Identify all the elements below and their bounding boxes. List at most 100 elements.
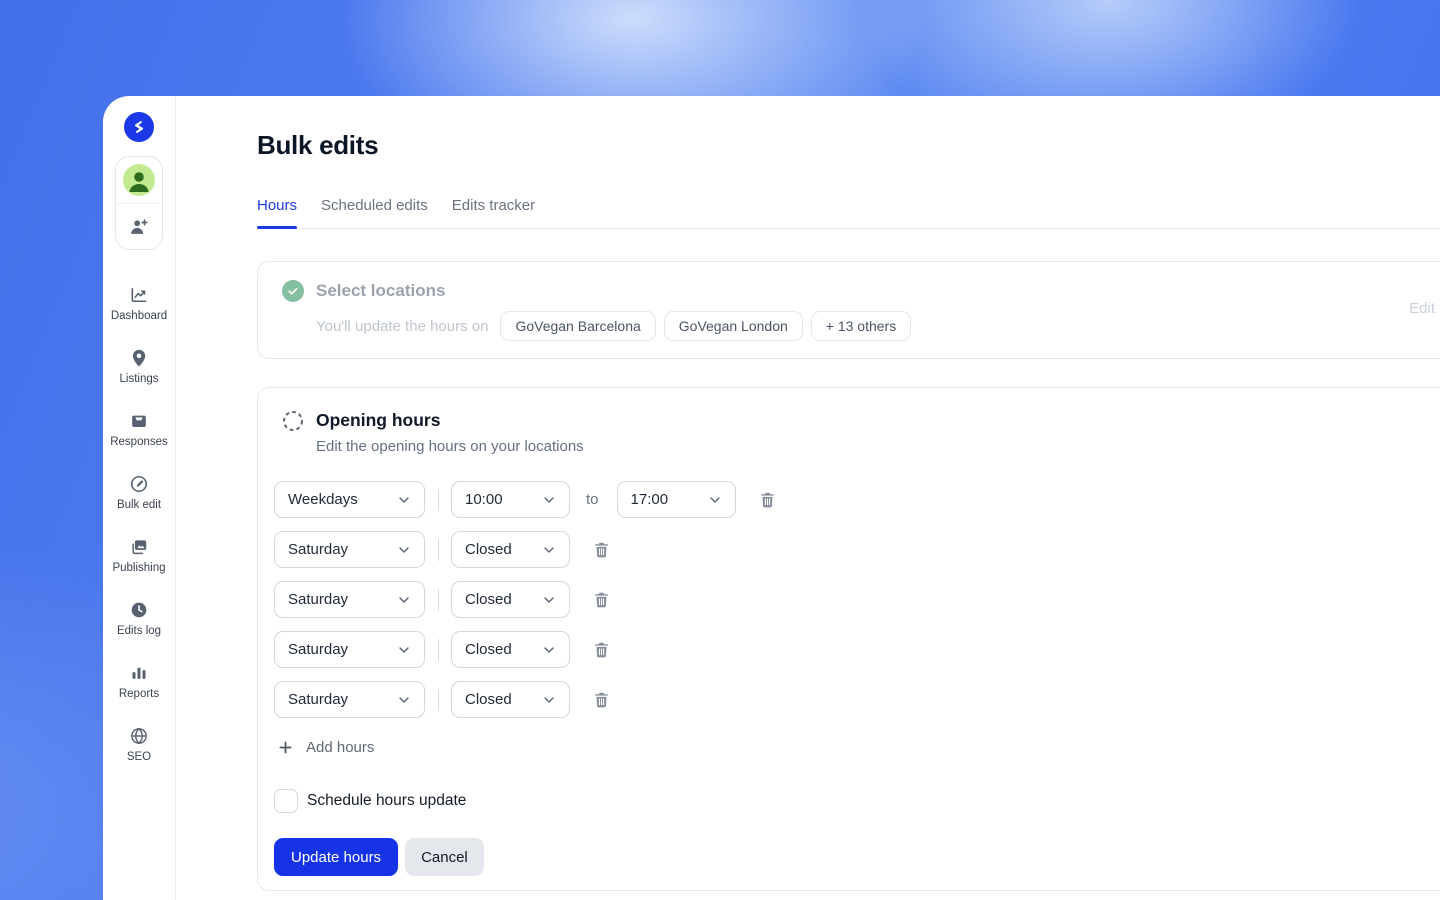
- location-chip: GoVegan Barcelona: [500, 311, 655, 341]
- add-hours-button[interactable]: Add hours: [278, 739, 374, 756]
- status-select-value: Closed: [465, 641, 512, 658]
- day-select[interactable]: Weekdays: [274, 481, 425, 518]
- tab-scheduled-edits[interactable]: Scheduled edits: [321, 197, 428, 228]
- to-time-value: 17:00: [631, 491, 669, 508]
- trash-icon: [592, 590, 611, 610]
- dashed-circle-icon: [282, 410, 304, 432]
- day-select[interactable]: Saturday: [274, 531, 425, 568]
- tab-edits-tracker[interactable]: Edits tracker: [452, 197, 535, 228]
- schedule-hours-label: Schedule hours update: [307, 792, 466, 810]
- pencil-circle-icon: [129, 474, 149, 494]
- divider: [438, 539, 439, 561]
- brand-logo[interactable]: [124, 112, 154, 142]
- day-select[interactable]: Saturday: [274, 581, 425, 618]
- chevron-down-icon: [397, 593, 411, 607]
- delete-hours-button[interactable]: [592, 539, 611, 561]
- tab-bar: Hours Scheduled edits Edits tracker: [257, 197, 1440, 229]
- globe-icon: [129, 726, 149, 746]
- select-locations-card: Select locations You'll update the hours…: [257, 261, 1440, 359]
- status-select-value: Closed: [465, 691, 512, 708]
- status-select[interactable]: Closed: [451, 631, 570, 668]
- map-pin-icon: [129, 348, 149, 368]
- hours-row: Saturday Closed: [274, 581, 1440, 618]
- account-avatar-button[interactable]: [116, 157, 162, 203]
- page-title: Bulk edits: [257, 130, 1440, 161]
- delete-hours-button[interactable]: [592, 689, 611, 711]
- chevron-down-icon: [397, 643, 411, 657]
- day-select-value: Saturday: [288, 691, 348, 708]
- sidebar: Dashboard Listings Responses: [103, 96, 176, 900]
- sidebar-item-bulk-edit[interactable]: Bulk edit: [103, 474, 176, 511]
- trash-icon: [592, 540, 611, 560]
- person-plus-icon: [128, 216, 150, 238]
- day-select-value: Saturday: [288, 591, 348, 608]
- trash-icon: [592, 690, 611, 710]
- chevron-down-icon: [397, 693, 411, 707]
- chevron-down-icon: [542, 543, 556, 557]
- check-circle-icon: [282, 280, 304, 302]
- chevron-down-icon: [542, 493, 556, 507]
- chevron-down-icon: [708, 493, 722, 507]
- location-chip-others: + 13 others: [811, 311, 911, 341]
- account-switcher: [115, 156, 163, 250]
- add-account-button[interactable]: [116, 203, 162, 249]
- hours-row: Saturday Closed: [274, 531, 1440, 568]
- app-panel: Dashboard Listings Responses: [103, 96, 1440, 900]
- trash-icon: [758, 490, 777, 510]
- brand-logo-icon: [130, 118, 148, 136]
- delete-hours-button[interactable]: [592, 589, 611, 611]
- status-select[interactable]: Closed: [451, 531, 570, 568]
- divider: [438, 589, 439, 611]
- to-time-select[interactable]: 17:00: [617, 481, 736, 518]
- hours-row: Weekdays 10:00 to 17:00: [274, 481, 1440, 518]
- sidebar-item-label: Bulk edit: [117, 499, 161, 511]
- sidebar-item-label: SEO: [127, 751, 151, 763]
- sidebar-item-listings[interactable]: Listings: [103, 348, 176, 385]
- chevron-down-icon: [542, 693, 556, 707]
- schedule-hours-checkbox[interactable]: [274, 789, 298, 813]
- hours-rows: Weekdays 10:00 to 17:00: [274, 481, 1440, 718]
- status-select[interactable]: Closed: [451, 581, 570, 618]
- opening-hours-title: Opening hours: [316, 410, 584, 431]
- trash-icon: [592, 640, 611, 660]
- person-icon: [123, 164, 155, 196]
- chevron-down-icon: [542, 643, 556, 657]
- chevron-down-icon: [397, 493, 411, 507]
- cancel-button[interactable]: Cancel: [405, 838, 484, 876]
- delete-hours-button[interactable]: [758, 489, 777, 511]
- status-select[interactable]: Closed: [451, 681, 570, 718]
- sidebar-item-label: Edits log: [117, 625, 161, 637]
- sidebar-item-publishing[interactable]: Publishing: [103, 537, 176, 574]
- sidebar-item-seo[interactable]: SEO: [103, 726, 176, 763]
- day-select[interactable]: Saturday: [274, 631, 425, 668]
- day-select-value: Weekdays: [288, 491, 358, 508]
- sidebar-nav: Dashboard Listings Responses: [103, 285, 176, 789]
- status-select-value: Closed: [465, 541, 512, 558]
- from-time-select[interactable]: 10:00: [451, 481, 570, 518]
- sidebar-item-label: Dashboard: [111, 310, 167, 322]
- chart-line-icon: [129, 285, 149, 305]
- sidebar-item-label: Reports: [119, 688, 159, 700]
- day-select-value: Saturday: [288, 541, 348, 558]
- delete-hours-button[interactable]: [592, 639, 611, 661]
- bar-chart-icon: [129, 663, 149, 683]
- sidebar-item-label: Publishing: [112, 562, 165, 574]
- sidebar-item-label: Responses: [110, 436, 168, 448]
- sidebar-item-label: Listings: [120, 373, 159, 385]
- select-locations-title: Select locations: [316, 281, 445, 301]
- chevron-down-icon: [397, 543, 411, 557]
- clock-icon: [129, 600, 149, 620]
- to-separator: to: [586, 491, 599, 508]
- hours-row: Saturday Closed: [274, 631, 1440, 668]
- tab-hours[interactable]: Hours: [257, 197, 297, 228]
- photos-icon: [129, 537, 149, 557]
- divider: [438, 489, 439, 511]
- edit-locations-button[interactable]: Edit: [1409, 300, 1435, 317]
- sidebar-item-reports[interactable]: Reports: [103, 663, 176, 700]
- sidebar-item-responses[interactable]: Responses: [103, 411, 176, 448]
- update-hours-button[interactable]: Update hours: [274, 838, 398, 876]
- day-select[interactable]: Saturday: [274, 681, 425, 718]
- sidebar-item-dashboard[interactable]: Dashboard: [103, 285, 176, 322]
- schedule-hours-row: Schedule hours update: [274, 789, 1440, 813]
- sidebar-item-edits-log[interactable]: Edits log: [103, 600, 176, 637]
